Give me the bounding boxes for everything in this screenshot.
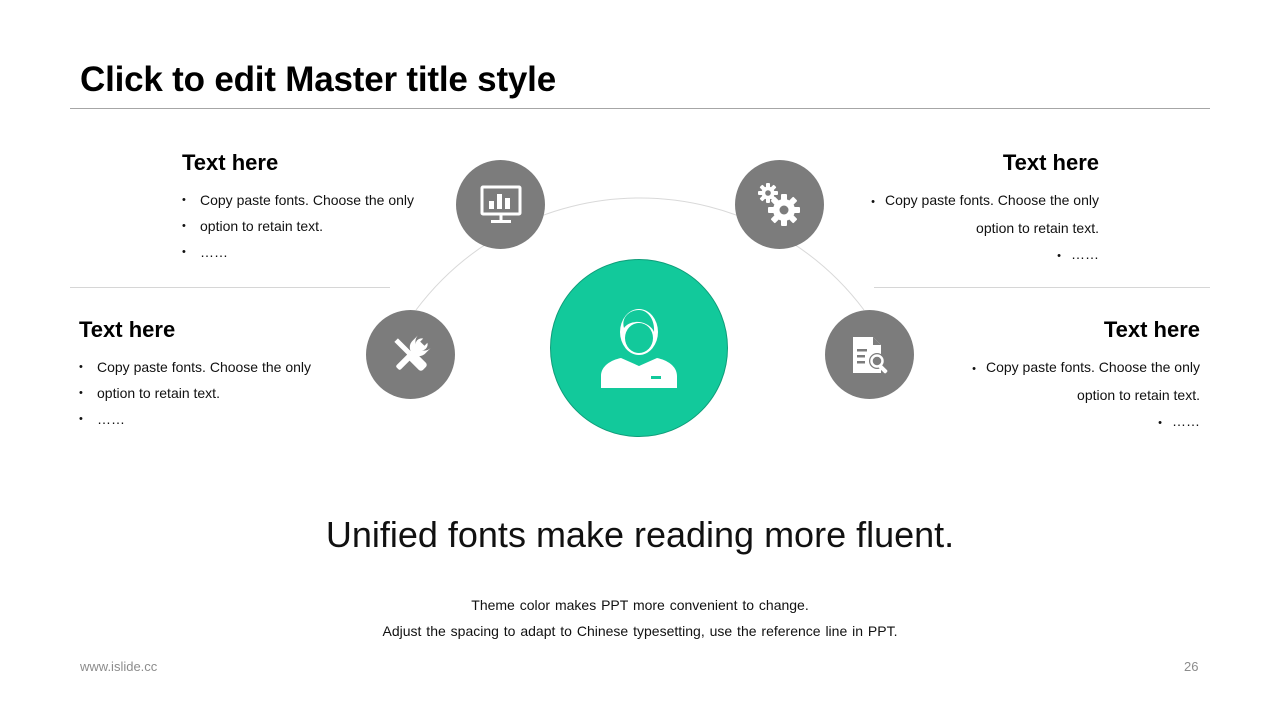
- bullet-continuation: option to retain text.: [79, 380, 339, 406]
- block-heading: Text here: [79, 317, 176, 342]
- block-heading: Text here: [1103, 317, 1200, 342]
- headline: Unified fonts make reading more fluent.: [325, 514, 955, 555]
- bullet-line: •……: [1158, 413, 1200, 429]
- bullet-line: Copy paste fonts. Choose the only: [79, 354, 339, 380]
- text-block-bottom-right: Text here • Copy paste fonts. Choose the …: [940, 317, 1200, 436]
- center-user-circle: [550, 259, 728, 437]
- user-icon: [601, 309, 677, 388]
- left-divider: [70, 287, 390, 288]
- bullet-line: Copy paste fonts. Choose the only: [182, 187, 442, 213]
- block-heading: Text here: [1002, 150, 1099, 175]
- gears-icon: [735, 160, 824, 249]
- text-block-top-left: Text here Copy paste fonts. Choose the o…: [182, 150, 442, 265]
- bullet-line: • Copy paste fonts. Choose the only: [972, 359, 1200, 375]
- page-number: 26: [1184, 659, 1199, 674]
- text-block-bottom-left: Text here Copy paste fonts. Choose the o…: [79, 317, 339, 432]
- tools-icon: [366, 310, 455, 399]
- presentation-chart-icon: [456, 160, 545, 249]
- bullet-line: • Copy paste fonts. Choose the only: [871, 192, 1099, 208]
- block-heading: Text here: [182, 150, 279, 175]
- bullet-continuation: option to retain text.: [1077, 387, 1200, 403]
- bullet-line: ……: [79, 406, 339, 432]
- subtitle-line-2: Adjust the spacing to adapt to Chinese t…: [382, 623, 898, 639]
- bullet-continuation: option to retain text.: [182, 213, 442, 239]
- bullet-line: ……: [182, 239, 442, 265]
- right-divider: [874, 287, 1210, 288]
- bullet-line: •……: [1057, 246, 1099, 262]
- footer-url: www.islide.cc: [80, 659, 158, 674]
- bullet-continuation: option to retain text.: [976, 220, 1099, 236]
- document-search-icon: [825, 310, 914, 399]
- subtitle-line-1: Theme color makes PPT more convenient to…: [471, 597, 809, 613]
- text-block-top-right: Text here • Copy paste fonts. Choose the …: [839, 150, 1099, 269]
